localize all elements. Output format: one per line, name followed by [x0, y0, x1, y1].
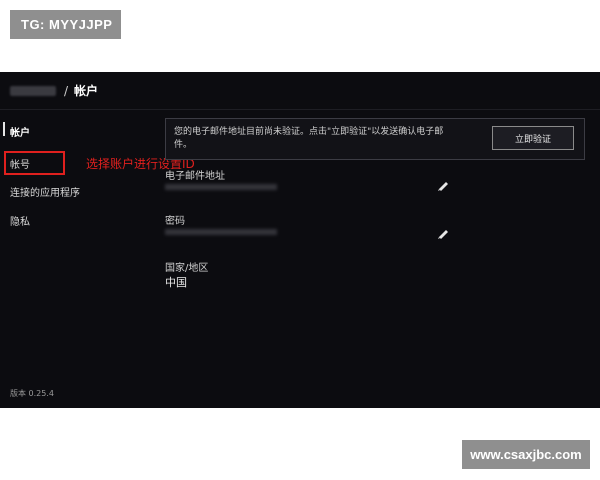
blurred-username — [10, 85, 56, 96]
email-label: 电子邮件地址 — [165, 171, 225, 182]
email-value-blurred — [165, 184, 277, 190]
sidebar-item-connected-apps[interactable]: 连接的应用程序 — [10, 184, 80, 199]
region-label: 国家/地区 — [165, 263, 209, 274]
region-value: 中国 — [165, 276, 187, 289]
watermark-top-left: TG: MYYJJPP — [10, 10, 121, 39]
account-settings-screen: / 帐户 帐户 帐号 连接的应用程序 隐私 版本 0.25.4 选择账户进行设置… — [0, 72, 600, 408]
verify-now-button[interactable]: 立即验证 — [492, 126, 574, 150]
page-title: 帐户 — [74, 84, 99, 98]
pencil-icon[interactable] — [437, 178, 451, 192]
annotation-highlight-box — [4, 151, 65, 175]
version-label: 版本 0.25.4 — [10, 389, 54, 398]
pencil-icon[interactable] — [437, 226, 451, 240]
breadcrumb-separator: / — [64, 83, 69, 98]
notice-text: 您的电子邮件地址目前尚未验证。点击"立即验证"以发送确认电子邮件。 — [174, 127, 444, 150]
sidebar-item-privacy[interactable]: 隐私 — [10, 213, 30, 228]
active-indicator — [3, 122, 5, 136]
sidebar-item-account[interactable]: 帐户 — [10, 124, 30, 139]
watermark-bottom-right: www.csaxjbc.com — [462, 440, 590, 469]
password-value-blurred — [165, 229, 277, 235]
password-label: 密码 — [165, 216, 185, 227]
breadcrumb: / 帐户 — [0, 72, 600, 110]
email-verification-notice: 您的电子邮件地址目前尚未验证。点击"立即验证"以发送确认电子邮件。 立即验证 — [165, 118, 585, 160]
